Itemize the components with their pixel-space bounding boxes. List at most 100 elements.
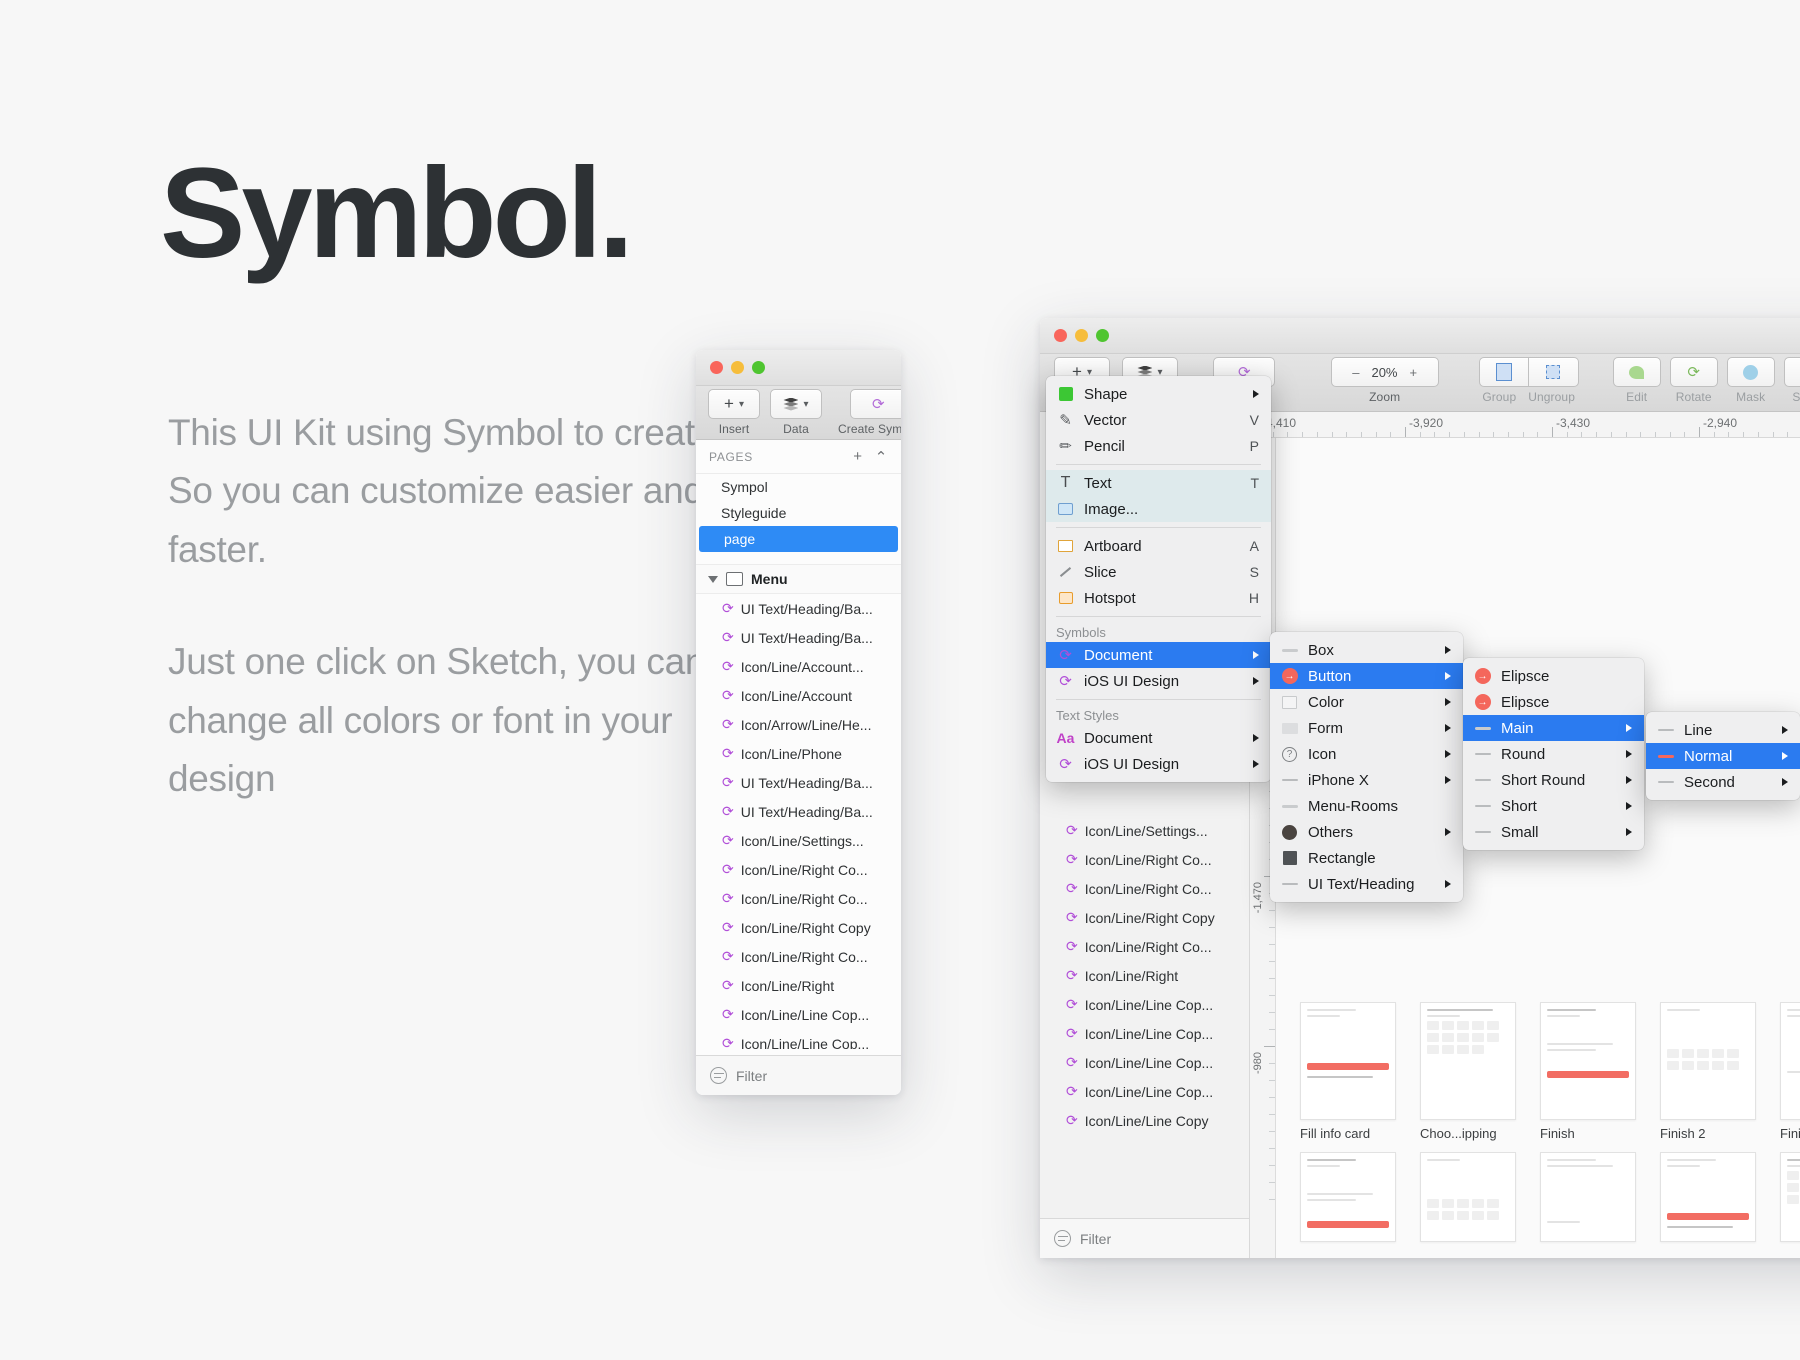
data-button[interactable]: ▾ <box>770 389 822 419</box>
layer-row[interactable]: ⟳ Icon/Line/Line Copy <box>1040 1106 1249 1135</box>
main-submenu-item-normal[interactable]: Normal <box>1646 743 1800 769</box>
artboard-thumbnail[interactable] <box>1660 1152 1756 1242</box>
artboard-thumbnail[interactable] <box>1780 1002 1800 1120</box>
insert-menu-item-hotspot[interactable]: Hotspot H <box>1046 585 1271 611</box>
page-item-sympol[interactable]: Sympol <box>696 474 901 500</box>
button-submenu-item-short[interactable]: Short <box>1463 793 1644 819</box>
layer-row[interactable]: ⟳ Icon/Line/Line Cop... <box>696 1000 901 1029</box>
maximize-button[interactable] <box>1096 329 1109 342</box>
insert-menu-item-artboard[interactable]: Artboard A <box>1046 533 1271 559</box>
back-layers-list[interactable]: ⟳ Icon/Line/Settings... ⟳ Icon/Line/Right C… <box>1040 812 1249 1218</box>
document-submenu-item-button[interactable]: → Button <box>1270 663 1463 689</box>
layer-row[interactable]: ⟳ Icon/Line/Right Copy <box>696 913 901 942</box>
layer-row[interactable]: ⟳ Icon/Line/Right <box>696 971 901 1000</box>
layer-row[interactable]: ⟳ Icon/Line/Account <box>696 681 901 710</box>
insert-menu-textstyles-document[interactable]: Aa Document <box>1046 725 1271 751</box>
minimize-button[interactable] <box>731 361 744 374</box>
artboard[interactable]: Finish 2 <box>1660 1002 1756 1141</box>
layer-row[interactable]: ⟳ Icon/Arrow/Line/He... <box>696 710 901 739</box>
zoom-in-button[interactable]: + <box>1410 365 1418 380</box>
layer-row[interactable]: ⟳ Icon/Line/Right Co... <box>1040 932 1249 961</box>
document-submenu-item-others[interactable]: Others <box>1270 819 1463 845</box>
document-submenu-item-menu-rooms[interactable]: Menu-Rooms <box>1270 793 1463 819</box>
toolbar-zoom[interactable]: – 20% + Zoom <box>1330 354 1439 404</box>
document-submenu-item-color[interactable]: Color <box>1270 689 1463 715</box>
insert-menu-item-slice[interactable]: Slice S <box>1046 559 1271 585</box>
button-submenu-item-round[interactable]: Round <box>1463 741 1644 767</box>
rotate-button[interactable]: ⟳ <box>1669 357 1718 387</box>
artboard[interactable]: Fill info card <box>1300 1002 1396 1141</box>
layer-row[interactable]: ⟳ Icon/Line/Settings... <box>1040 816 1249 845</box>
page-item-page[interactable]: page <box>699 526 898 552</box>
front-filter-bar[interactable]: Filter <box>696 1055 901 1095</box>
layer-row[interactable]: ⟳ Icon/Line/Line Cop... <box>1040 990 1249 1019</box>
layer-row[interactable]: ⟳ Icon/Line/Line Cop... <box>1040 1077 1249 1106</box>
insert-menu-item-shape[interactable]: Shape <box>1046 381 1271 407</box>
create-symbol-button[interactable]: ⟳ <box>850 389 901 419</box>
layer-row[interactable]: ⟳ Icon/Line/Right Co... <box>1040 874 1249 903</box>
back-filter-bar[interactable]: Filter <box>1040 1218 1249 1258</box>
artboard[interactable] <box>1420 1152 1516 1242</box>
document-submenu-item-iphone-x[interactable]: iPhone X <box>1270 767 1463 793</box>
mask-button[interactable] <box>1726 357 1775 387</box>
artboard[interactable]: Finish 2 Copy <box>1780 1002 1800 1141</box>
insert-menu-item-vector[interactable]: ✎ Vector V <box>1046 407 1271 433</box>
artboard-thumbnail[interactable] <box>1420 1002 1516 1120</box>
artboard-thumbnail[interactable] <box>1660 1002 1756 1120</box>
artboard[interactable] <box>1300 1152 1396 1242</box>
main-submenu-item-second[interactable]: Second <box>1646 769 1800 795</box>
artboard-thumbnail[interactable] <box>1540 1152 1636 1242</box>
artboard-thumbnail[interactable] <box>1420 1152 1516 1242</box>
chevron-down-icon[interactable] <box>708 575 718 583</box>
window-controls[interactable] <box>1054 329 1109 342</box>
button-submenu-item-elipsce[interactable]: → Elipsce <box>1463 663 1644 689</box>
add-page-button[interactable]: + <box>853 448 862 466</box>
insert-button[interactable]: + ▾ <box>708 389 760 419</box>
scale-button[interactable] <box>1783 357 1800 387</box>
document-submenu-item-ui-text-heading[interactable]: UI Text/Heading <box>1270 871 1463 897</box>
page-item-styleguide[interactable]: Styleguide <box>696 500 901 526</box>
layer-row[interactable]: ⟳ Icon/Line/Right Co... <box>1040 845 1249 874</box>
insert-menu-symbols-document[interactable]: ⟳ Document <box>1046 642 1271 668</box>
front-toolbar-insert[interactable]: + ▾ Insert <box>708 386 760 436</box>
layer-row[interactable]: ⟳ Icon/Line/Line Cop... <box>1040 1019 1249 1048</box>
group-segment[interactable] <box>1478 354 1579 387</box>
layer-group-menu[interactable]: Menu <box>696 564 901 594</box>
artboard[interactable] <box>1540 1152 1636 1242</box>
button-submenu-item-small[interactable]: Small <box>1463 819 1644 845</box>
insert-menu-symbols-ios-ui-design[interactable]: ⟳ iOS UI Design <box>1046 668 1271 694</box>
front-layers-list[interactable]: ⟳ UI Text/Heading/Ba... ⟳ UI Text/Heading/B… <box>696 594 901 1049</box>
artboard[interactable] <box>1780 1152 1800 1242</box>
artboard[interactable]: Choo...ipping <box>1420 1002 1516 1141</box>
document-submenu-item-icon[interactable]: ? Icon <box>1270 741 1463 767</box>
layer-row[interactable]: ⟳ Icon/Line/Right Co... <box>696 855 901 884</box>
artboard-thumbnail[interactable] <box>1780 1152 1800 1242</box>
group-button[interactable] <box>1478 357 1529 387</box>
artboard[interactable] <box>1660 1152 1756 1242</box>
button-submenu-item-short-round[interactable]: Short Round <box>1463 767 1644 793</box>
insert-menu-item-pencil[interactable]: ✏ Pencil P <box>1046 433 1271 459</box>
toolbar-group[interactable]: Group Ungroup <box>1478 354 1579 404</box>
document-submenu-item-rectangle[interactable]: Rectangle <box>1270 845 1463 871</box>
toolbar-transform[interactable]: ⟳ Edit Rotate Mask Scale <box>1612 354 1800 404</box>
collapse-pages-button[interactable]: ⌃ <box>875 448 888 466</box>
layer-row[interactable]: ⟳ Icon/Line/Right <box>1040 961 1249 990</box>
button-submenu-item-main[interactable]: Main <box>1463 715 1644 741</box>
close-button[interactable] <box>710 361 723 374</box>
insert-menu[interactable]: Shape ✎ Vector V ✏ Pencil P T Text T Image... Artbo… <box>1046 376 1271 782</box>
insert-menu-item-text[interactable]: T Text T <box>1046 470 1271 496</box>
artboard-thumbnail[interactable] <box>1540 1002 1636 1120</box>
main-submenu[interactable]: Line Normal Second <box>1646 712 1800 800</box>
minimize-button[interactable] <box>1075 329 1088 342</box>
main-submenu-item-line[interactable]: Line <box>1646 717 1800 743</box>
zoom-control[interactable]: – 20% + <box>1330 357 1439 387</box>
document-submenu-item-box[interactable]: Box <box>1270 637 1463 663</box>
layer-row[interactable]: ⟳ Icon/Line/Account... <box>696 652 901 681</box>
layer-row[interactable]: ⟳ Icon/Line/Line Cop... <box>696 1029 901 1049</box>
layer-row[interactable]: ⟳ Icon/Line/Right Copy <box>1040 903 1249 932</box>
pages-actions[interactable]: + ⌃ <box>853 448 888 466</box>
button-submenu[interactable]: → Elipsce → Elipsce Main Round Short Round Shor… <box>1463 658 1644 850</box>
insert-menu-item-image[interactable]: Image... <box>1046 496 1271 522</box>
layer-row[interactable]: ⟳ UI Text/Heading/Ba... <box>696 797 901 826</box>
maximize-button[interactable] <box>752 361 765 374</box>
